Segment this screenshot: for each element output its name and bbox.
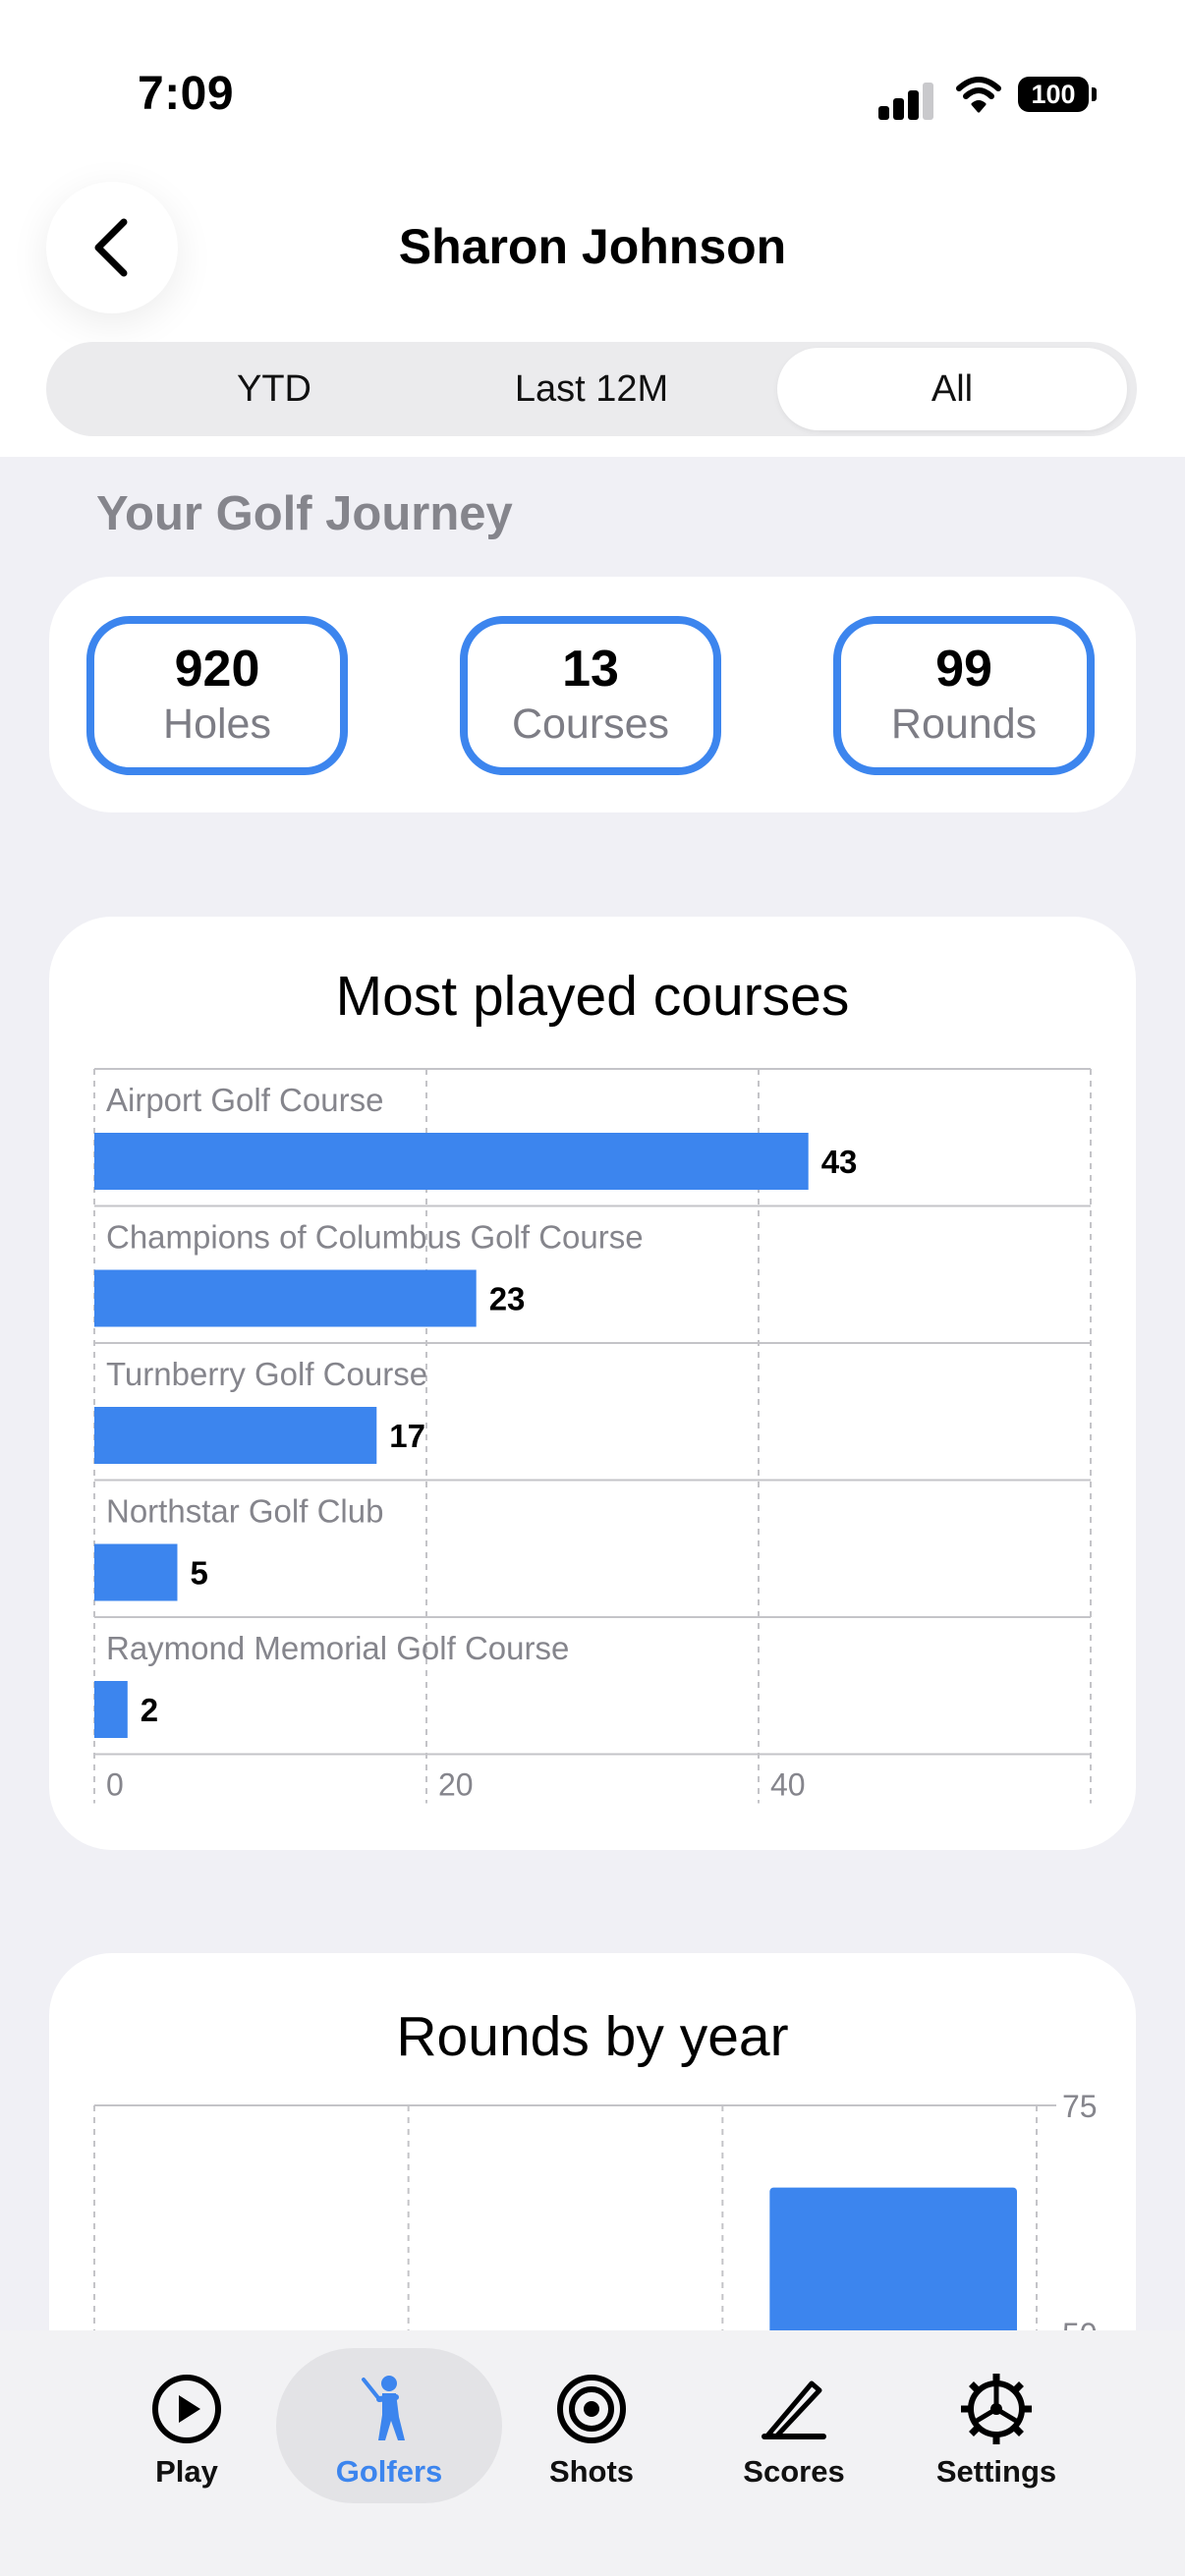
tab-settings[interactable]: Settings [883,2348,1109,2503]
tab-label: Play [155,2454,218,2489]
target-icon [557,2375,626,2443]
course-bar [94,1133,809,1190]
course-bar [94,1407,377,1464]
segment-ytd[interactable]: YTD [99,348,449,430]
journey-stats-card: 920 Holes 13 Courses 99 Rounds [49,577,1136,812]
stat-rounds: 99 Rounds [833,616,1095,775]
y-tick-label: 75 [1062,2089,1098,2124]
journey-heading: Your Golf Journey [96,487,513,540]
back-button[interactable] [46,182,178,313]
x-tick-label: 0 [106,1767,124,1803]
bar-value-label: 43 [821,1144,858,1180]
chevron-left-icon [94,218,128,277]
stat-label: Holes [163,700,271,749]
tab-bar: Play Golfers Shots Scores Settings [0,2330,1185,2576]
most-played-courses-card: Most played courses Airport Golf Course 4… [49,917,1136,1850]
status-icons: 100 [875,73,1100,120]
bar-value-label: 5 [191,1555,208,1592]
course-bar [94,1543,178,1601]
stat-value: 13 [562,641,619,699]
segment-last-12m[interactable]: Last 12M [417,348,766,430]
period-filter: YTD Last 12M All [46,342,1137,436]
tab-label: Shots [548,2454,635,2489]
tab-label: Golfers [335,2454,443,2489]
course-bar [94,1269,477,1327]
play-circle-icon [152,2375,221,2443]
stat-value: 99 [935,641,992,699]
tab-shots[interactable]: Shots [479,2348,705,2503]
status-time: 7:09 [138,68,235,120]
x-tick-label: 20 [438,1767,474,1803]
wifi-icon [956,77,1001,113]
header-area: 7:09 100 Sharon Johnson YTD Last 12M All [0,0,1185,457]
course-label: Champions of Columbus Golf Course [106,1219,644,1256]
course-bar [94,1681,128,1738]
stat-value: 920 [174,641,260,699]
stat-label: Rounds [890,700,1038,749]
tab-play[interactable]: Play [74,2348,300,2503]
stat-courses: 13 Courses [460,616,721,775]
stat-holes: 920 Holes [86,616,348,775]
x-tick-label: 40 [770,1767,806,1803]
battery-icon: 100 [1018,77,1089,112]
course-label: Raymond Memorial Golf Course [106,1630,569,1666]
tab-scores[interactable]: Scores [681,2348,907,2503]
course-label: Northstar Golf Club [106,1493,383,1530]
course-label: Turnberry Golf Course [106,1356,427,1392]
stat-label: Courses [511,700,670,749]
tab-golfers[interactable]: Golfers [276,2348,502,2503]
pencil-icon [762,2380,826,2439]
tab-label: Scores [743,2454,845,2489]
course-label: Airport Golf Course [106,1082,383,1118]
golfer-icon [362,2376,405,2440]
courses-bar-chart: Airport Golf Course 43 Champions of Columb… [93,1068,1092,1804]
bar-value-label: 2 [141,1692,158,1728]
gear-icon [961,2374,1032,2444]
bar-value-label: 23 [489,1281,526,1317]
battery-nub [1092,87,1097,101]
tab-label: Settings [935,2454,1057,2489]
bar-value-label: 17 [389,1418,425,1454]
segment-all[interactable]: All [777,348,1127,430]
page-title: Sharon Johnson [398,219,787,274]
